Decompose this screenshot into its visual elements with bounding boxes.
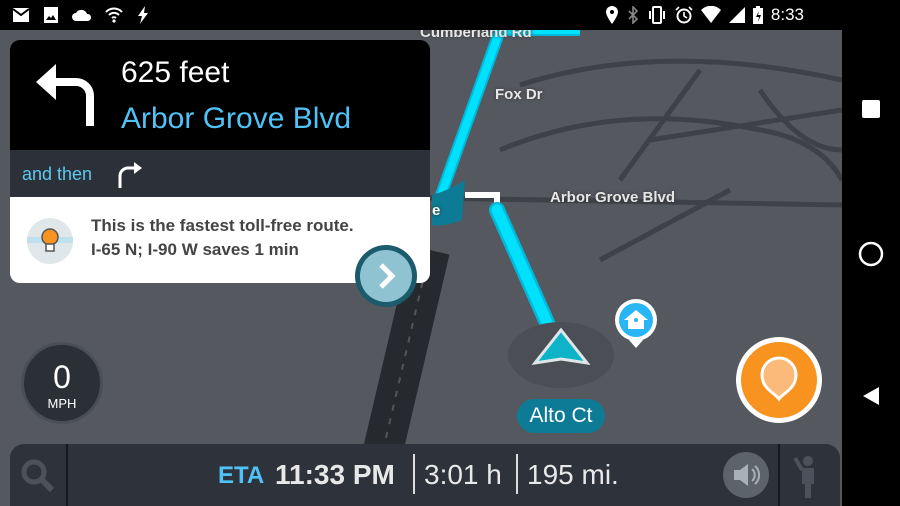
eta-distance: 195 mi. (527, 459, 619, 490)
road-label: e (432, 202, 441, 219)
turn-distance: 625 feet (121, 56, 230, 89)
eta-time: 11:33 PM (275, 459, 395, 490)
mail-icon (12, 8, 30, 22)
turn-left-icon (36, 64, 94, 126)
eta-duration: 3:01 h (424, 459, 502, 490)
divider (778, 444, 780, 506)
wifi-icon (105, 7, 123, 23)
speedometer: 0 MPH (21, 342, 103, 424)
speed-unit: MPH (47, 396, 77, 411)
back-button[interactable] (861, 386, 881, 406)
turn-street: Arbor Grove Blvd (121, 102, 352, 135)
sound-button[interactable] (722, 451, 770, 499)
clock: 8:33 (770, 5, 804, 24)
status-bar: 8:33 (0, 0, 900, 30)
location-icon (605, 6, 618, 24)
cloud-icon (72, 9, 92, 21)
route-line (436, 30, 580, 200)
signal-icon (728, 7, 745, 23)
flash-icon (138, 6, 148, 24)
divider (66, 444, 68, 506)
alarm-icon (675, 6, 693, 24)
divider (516, 454, 518, 494)
lightbulb-icon (27, 218, 73, 264)
image-icon (44, 7, 58, 23)
speed-value: 0 (53, 359, 71, 395)
tip-line-1: This is the fastest toll-free route. (91, 216, 354, 235)
report-button[interactable] (734, 335, 824, 425)
turn-right-icon (118, 162, 142, 188)
road-label: Arbor Grove Blvd (550, 189, 676, 206)
eta-label: ETA (218, 462, 265, 489)
recents-button[interactable] (862, 100, 880, 118)
search-icon[interactable] (18, 456, 58, 496)
next-button[interactable] (354, 244, 418, 308)
road-label: Fox Dr (495, 86, 543, 103)
home-pin-icon[interactable] (613, 298, 659, 350)
current-street-label: Alto Ct (517, 399, 605, 433)
eta-bar[interactable]: ETA 11:33 PM 3:01 h 195 mi. (10, 444, 840, 506)
wifi-icon (700, 6, 721, 23)
android-nav-bar (842, 30, 900, 506)
waving-person-icon[interactable] (788, 452, 828, 502)
tip-line-2: I-65 N; I-90 W saves 1 min (91, 240, 299, 259)
bluetooth-icon (628, 6, 639, 24)
home-button[interactable] (858, 241, 884, 267)
and-then-label: and then (22, 164, 93, 184)
divider (413, 454, 415, 494)
vibrate-icon (648, 6, 665, 24)
road-label: Cumberland Rd (420, 30, 532, 41)
battery-charging-icon (752, 6, 763, 24)
